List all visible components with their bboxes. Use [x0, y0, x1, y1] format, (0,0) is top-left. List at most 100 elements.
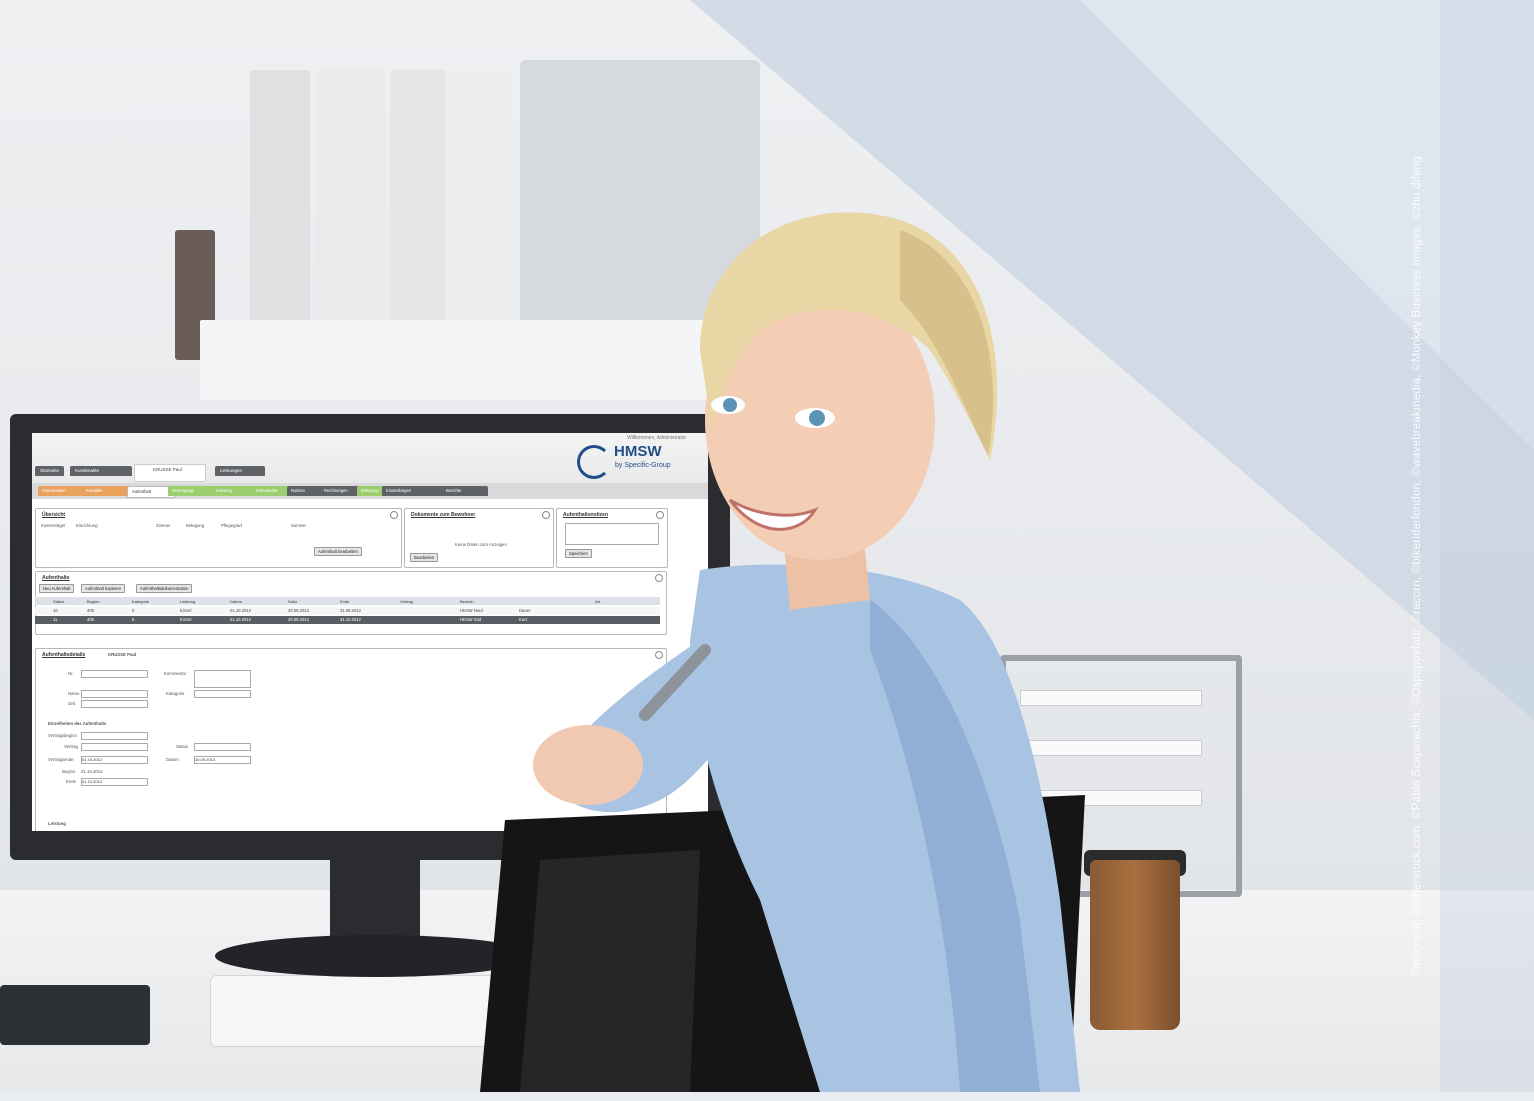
- status-select[interactable]: [194, 743, 251, 751]
- overview-title: Übersicht: [42, 512, 66, 518]
- table-row[interactable]: 11 405 5 Einzel 01.10.2012 30.09.2012 31.10.20…: [35, 616, 660, 624]
- table-cell: Einzel: [180, 617, 192, 622]
- nav-tab[interactable]: Stammdaten: [38, 486, 86, 496]
- comment-input[interactable]: [194, 670, 251, 688]
- table-cell: Dauer: [519, 608, 531, 613]
- table-cell: 01.10.2012: [230, 608, 251, 613]
- collapse-icon[interactable]: [655, 574, 663, 582]
- logo-tagline: by Specific-Group: [615, 462, 671, 469]
- overview-field: Belegung: [186, 523, 205, 528]
- patient-tab-name: KRUSSE Paul: [153, 467, 182, 472]
- notes-title: Aufenthaltsnotizen: [563, 512, 608, 518]
- date-input[interactable]: 30.09.2013: [194, 756, 251, 764]
- details-panel: Aufenthaltsdetails KRUSSE Paul Nr. Name …: [35, 648, 667, 831]
- form-label: Beginn: [62, 769, 76, 774]
- hmsw-logo-icon: [577, 445, 611, 479]
- number-input[interactable]: [81, 670, 148, 678]
- table-cell: 01.10.2012: [230, 617, 251, 622]
- form-label: Vertragsbeginn: [48, 733, 77, 738]
- column-header[interactable]: Art: [595, 599, 600, 604]
- section-title: Einzelheiten des Aufenthalts: [48, 721, 107, 726]
- start-value: 01.10.2012: [81, 769, 103, 774]
- time-input[interactable]: [81, 700, 148, 708]
- tab-start[interactable]: Startseite: [35, 466, 65, 476]
- column-header[interactable]: Bereich: [460, 599, 474, 604]
- photo-credit: Fotocredit: shutterstock.com: ©Pablo Sca…: [1411, 156, 1423, 976]
- column-header[interactable]: Datum: [230, 599, 242, 604]
- date-value: 30.09.2013: [195, 757, 216, 762]
- field-label: Name: [68, 691, 80, 696]
- overview-field: Pflegegrad: [221, 523, 242, 528]
- documents-title: Dokumente zum Bewohner: [411, 512, 476, 518]
- tab-customer[interactable]: Kundenakte: [70, 466, 132, 476]
- documents-edit-button[interactable]: Bearbeiten: [410, 553, 439, 562]
- table-row[interactable]: 10 406 5 Einzel 01.10.2012 30.09.2012 31.09.20…: [35, 607, 660, 615]
- app-header: Willkommen, Administrator HMSW by Specif…: [32, 433, 708, 483]
- table-cell: 405: [87, 617, 94, 622]
- table-cell: 5: [132, 617, 135, 622]
- column-header[interactable]: Beginn: [87, 599, 99, 604]
- logo-name: HMSW: [614, 443, 662, 460]
- new-stay-button[interactable]: Neu Aufenthalt: [39, 584, 75, 593]
- notes-save-button[interactable]: Speichern: [565, 549, 592, 558]
- collapse-icon[interactable]: [390, 511, 398, 519]
- notes-panel: Aufenthaltsnotizen Speichern: [556, 508, 668, 568]
- contract-start-select[interactable]: [81, 732, 148, 740]
- end-input[interactable]: 01.10.2012: [81, 778, 148, 786]
- overview-field: Einrichtung: [76, 523, 98, 528]
- collapse-icon[interactable]: [656, 511, 664, 519]
- table-cell: 10: [53, 608, 58, 613]
- tab-patient[interactable]: KRUSSE Paul: [134, 464, 206, 482]
- column-header[interactable]: Ende: [340, 599, 349, 604]
- monitor-screen: Willkommen, Administrator HMSW by Specif…: [32, 433, 708, 831]
- contract-select[interactable]: [81, 743, 148, 751]
- form-label: Vertrag: [64, 744, 78, 749]
- form-label: Vertragsende: [48, 757, 74, 762]
- column-header[interactable]: Status: [53, 599, 64, 604]
- collapse-icon[interactable]: [655, 651, 663, 659]
- nav-tab[interactable]: Rechnungen: [320, 486, 360, 496]
- nav-tab[interactable]: Einstellungen: [382, 486, 445, 496]
- section-footer: Leistung: [48, 821, 66, 826]
- collapse-icon[interactable]: [542, 511, 550, 519]
- table-cell: Kurz: [519, 617, 528, 622]
- tab-services[interactable]: Leistungen: [215, 466, 265, 476]
- edit-stay-button[interactable]: Aufenthalt bearbeiten: [314, 547, 362, 556]
- contract-end-input[interactable]: 01.10.2012: [81, 756, 148, 764]
- details-patient: KRUSSE Paul: [108, 652, 137, 657]
- table-cell: Einzel: [180, 608, 192, 613]
- monitor-base: [215, 935, 535, 977]
- table-cell: 31.10.2012: [340, 617, 361, 622]
- details-title: Aufenthaltsdetails: [42, 652, 86, 658]
- column-header[interactable]: Notiz: [288, 599, 297, 604]
- table-cell: HKSW Nord: [460, 608, 483, 613]
- nav-tab[interactable]: Dokumente: [252, 486, 290, 496]
- table-cell: 5: [132, 608, 135, 613]
- documents-empty: Keine Daten zum Anzeigen: [455, 542, 507, 547]
- category-select[interactable]: [194, 690, 251, 698]
- overview-field: Zimmer: [156, 523, 171, 528]
- table-cell: 406: [87, 608, 94, 613]
- table-cell: 31.09.2012: [340, 608, 361, 613]
- table-cell: 30.09.2012: [288, 608, 309, 613]
- nav-tab[interactable]: Leistung: [212, 486, 256, 496]
- nav-tab[interactable]: Versorgung: [168, 486, 216, 496]
- field-label: Nr.: [68, 671, 74, 676]
- copy-stay-button[interactable]: Aufenthalt kopieren: [81, 584, 126, 593]
- table-cell: 30.09.2012: [288, 617, 309, 622]
- name-input[interactable]: [81, 690, 148, 698]
- overview-field: Kostenträger: [41, 523, 66, 528]
- nav-tab[interactable]: Berichte: [442, 486, 488, 496]
- column-header[interactable]: Vertrag: [400, 599, 413, 604]
- table-cell: HKSW Süd: [460, 617, 482, 622]
- stay-docs-button[interactable]: Aufenthaltsdokumentation: [136, 584, 193, 593]
- nav-tab[interactable]: Kontakte: [82, 486, 130, 496]
- login-status: Willkommen, Administrator: [627, 435, 687, 441]
- form-label: Ende: [66, 779, 77, 784]
- stays-title: Aufenthalte: [42, 575, 70, 581]
- column-header[interactable]: Kategorie: [132, 599, 149, 604]
- nav-tab[interactable]: Notizen: [287, 486, 323, 496]
- column-header[interactable]: Leistung: [180, 599, 195, 604]
- field-label: Kategorie: [166, 691, 185, 696]
- notes-textarea[interactable]: [565, 523, 659, 545]
